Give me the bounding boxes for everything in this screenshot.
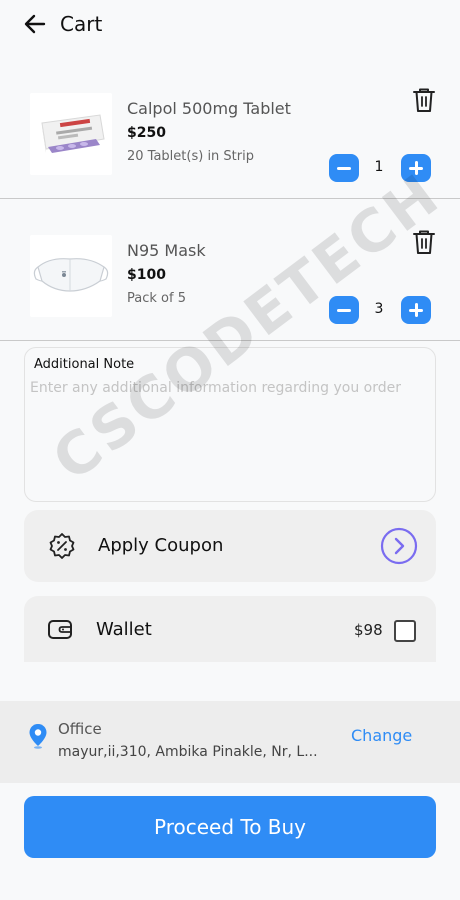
chevron-right-circle-icon[interactable] bbox=[380, 527, 418, 565]
cart-item: N95 Mask $100 Pack of 5 3 bbox=[0, 199, 460, 341]
product-image bbox=[30, 235, 112, 317]
note-input[interactable] bbox=[30, 378, 430, 493]
address-label: Office bbox=[58, 720, 102, 738]
additional-note-box: Additional Note bbox=[24, 347, 436, 502]
use-wallet-checkbox[interactable] bbox=[394, 620, 416, 642]
wallet-row: Wallet $98 bbox=[24, 596, 436, 662]
decrease-quantity-button[interactable] bbox=[329, 154, 359, 182]
discount-badge-icon bbox=[49, 533, 75, 559]
product-price: $100 bbox=[127, 267, 166, 283]
proceed-to-buy-button[interactable]: Proceed To Buy bbox=[24, 796, 436, 858]
quantity-value: 3 bbox=[374, 301, 384, 317]
location-pin-icon bbox=[29, 724, 47, 749]
increase-quantity-button[interactable] bbox=[401, 296, 431, 324]
wallet-label: Wallet bbox=[96, 619, 152, 640]
product-name: N95 Mask bbox=[127, 241, 206, 260]
quantity-value: 1 bbox=[374, 159, 384, 175]
wallet-balance: $98 bbox=[354, 621, 383, 639]
change-address-link[interactable]: Change bbox=[351, 726, 412, 745]
header: Cart bbox=[0, 0, 460, 48]
product-name: Calpol 500mg Tablet bbox=[127, 99, 291, 118]
product-pack-size: 20 Tablet(s) in Strip bbox=[127, 149, 254, 164]
wallet-icon bbox=[48, 620, 72, 639]
product-pack-size: Pack of 5 bbox=[127, 291, 186, 306]
product-price: $250 bbox=[127, 125, 166, 141]
trash-icon[interactable] bbox=[412, 87, 436, 113]
product-image bbox=[30, 93, 112, 175]
apply-coupon-button[interactable]: Apply Coupon bbox=[24, 510, 436, 582]
apply-coupon-label: Apply Coupon bbox=[98, 535, 224, 556]
cart-item: Calpol 500mg Tablet $250 20 Tablet(s) in… bbox=[0, 57, 460, 199]
address-text: mayur,ii,310, Ambika Pinakle, Nr, L... bbox=[58, 744, 318, 760]
increase-quantity-button[interactable] bbox=[401, 154, 431, 182]
trash-icon[interactable] bbox=[412, 229, 436, 255]
arrow-left-icon bbox=[24, 14, 46, 34]
back-button[interactable] bbox=[22, 11, 48, 37]
note-label: Additional Note bbox=[34, 357, 135, 372]
page-title: Cart bbox=[60, 12, 103, 36]
decrease-quantity-button[interactable] bbox=[329, 296, 359, 324]
delivery-address-bar: Office mayur,ii,310, Ambika Pinakle, Nr,… bbox=[0, 701, 460, 783]
